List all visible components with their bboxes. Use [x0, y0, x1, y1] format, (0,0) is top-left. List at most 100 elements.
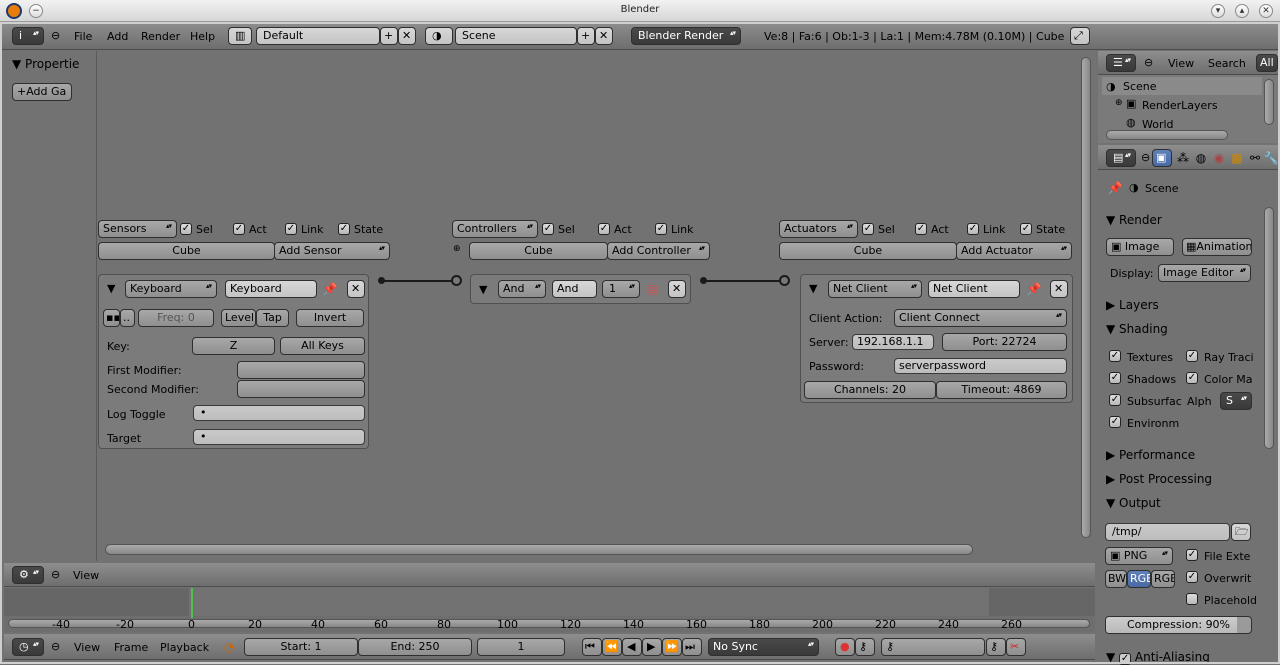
performance-panel-title[interactable]: ▶ Performance [1106, 448, 1195, 462]
post-processing-panel-title[interactable]: ▶ Post Processing [1106, 472, 1212, 486]
color-rgb-button[interactable]: RGB [1127, 570, 1151, 588]
file-format-selector[interactable]: ▣ PNG [1105, 547, 1173, 565]
menu-render[interactable]: Render [141, 30, 180, 43]
pin-actuator-icon[interactable]: 📌 [1025, 280, 1043, 298]
color-bw-button[interactable]: BW [1105, 570, 1127, 588]
collapse-actuator-icon[interactable]: ▼ [809, 282, 817, 295]
port-field[interactable]: Port: 22724 [942, 333, 1067, 351]
textures-checkbox[interactable]: ✓ [1109, 350, 1121, 362]
folder-icon[interactable]: 🗁 [1231, 523, 1251, 541]
sensor-output-socket[interactable] [378, 277, 385, 284]
key-field[interactable]: Z [192, 337, 275, 355]
second-modifier-field[interactable] [237, 380, 365, 398]
object-context-icon[interactable]: ▩ [1228, 149, 1246, 167]
jump-end-button[interactable]: ⏭ [682, 638, 702, 656]
timeline-menu-view[interactable]: View [74, 641, 100, 654]
remove-actuator-button[interactable]: ✕ [1050, 280, 1068, 298]
timeline-scrollbar[interactable] [8, 619, 1090, 628]
logic-vertical-scrollbar[interactable] [1081, 57, 1091, 538]
outliner-menu-search[interactable]: Search [1208, 57, 1246, 70]
pulse-false-button[interactable]: .. [120, 309, 135, 327]
logic-view-menu[interactable]: View [73, 569, 99, 582]
render-engine-selector[interactable]: Blender Render [631, 27, 741, 45]
modifiers-context-icon[interactable]: 🔧 [1262, 149, 1280, 167]
actuators-state-checkbox[interactable]: ✓ [1020, 223, 1032, 235]
scene-context-icon[interactable]: ◍ [1192, 149, 1210, 167]
target-field[interactable]: • [193, 429, 365, 445]
shadows-checkbox[interactable]: ✓ [1109, 372, 1121, 384]
end-frame-field[interactable]: End: 250 [358, 638, 472, 656]
preview-range-icon[interactable]: ◔ [220, 638, 238, 656]
outliner-menu-view[interactable]: View [1168, 57, 1194, 70]
file-extensions-checkbox[interactable]: ✓ [1186, 549, 1198, 561]
minimize-button[interactable]: ▾ [1211, 4, 1225, 18]
collapse-timeline-icon[interactable]: ⊖ [51, 640, 60, 653]
render-context-tab[interactable]: ▣ [1152, 149, 1172, 167]
collapse-logic-menu-icon[interactable]: ⊖ [51, 568, 60, 581]
menu-add[interactable]: Add [107, 30, 128, 43]
render-animation-button[interactable]: ▦Animation [1182, 238, 1252, 256]
outliner-display-mode[interactable]: All [1256, 54, 1278, 72]
world-context-icon[interactable]: ◉ [1210, 149, 1228, 167]
add-sensor-button[interactable]: Add Sensor [274, 242, 390, 260]
first-modifier-field[interactable] [237, 361, 365, 379]
controller-input-socket[interactable] [451, 275, 462, 286]
controllers-sel-checkbox[interactable]: ✓ [542, 223, 554, 235]
actuators-selector[interactable]: Actuators [779, 220, 858, 238]
tap-button[interactable]: Tap [256, 309, 289, 327]
timeline-menu-playback[interactable]: Playback [160, 641, 209, 654]
delete-keyframe-button[interactable]: ✂ [1006, 638, 1026, 656]
bookmark-icon[interactable]: ▤ [643, 280, 661, 298]
insert-keyframe-button[interactable]: ⚷ [986, 638, 1006, 656]
timeline-menu-frame[interactable]: Frame [114, 641, 148, 654]
color-rgba-button[interactable]: RGB [1151, 570, 1175, 588]
editor-type-logic-button[interactable]: ⚙ [12, 566, 44, 584]
collapse-brick-icon[interactable]: ▼ [107, 282, 115, 295]
fullscreen-icon[interactable]: ⤢ [1070, 27, 1090, 45]
collapse-outliner-icon[interactable]: ⊖ [1144, 56, 1153, 69]
pin-properties-icon[interactable]: 📌 [1106, 179, 1124, 197]
actuators-act-checkbox[interactable]: ✓ [915, 223, 927, 235]
color-management-checkbox[interactable]: ✓ [1186, 372, 1198, 384]
alpha-mode-selector[interactable]: S [1220, 392, 1252, 410]
add-controller-button[interactable]: Add Controller [607, 242, 710, 260]
add-scene-button[interactable]: + [577, 27, 595, 45]
jump-start-button[interactable]: ⏮ [582, 638, 602, 656]
display-selector[interactable]: Image Editor [1158, 264, 1251, 282]
controllers-link-checkbox[interactable]: ✓ [655, 223, 667, 235]
server-field[interactable]: 192.168.1.1 [852, 334, 934, 350]
placeholders-checkbox[interactable] [1186, 593, 1198, 605]
layers-panel-title[interactable]: ▶ Layers [1106, 298, 1159, 312]
prev-keyframe-button[interactable]: ⏪ [602, 638, 622, 656]
close-window-button[interactable]: ✕ [1259, 4, 1273, 18]
editor-type-info-button[interactable]: i [12, 27, 44, 45]
add-game-property-button[interactable]: +Add Ga [12, 83, 72, 101]
client-action-selector[interactable]: Client Connect [894, 309, 1067, 327]
add-actuator-button[interactable]: Add Actuator [956, 242, 1072, 260]
pin-icon[interactable]: 📌 [321, 280, 339, 298]
collapse-icon[interactable]: ⊖ [51, 29, 60, 42]
remove-scene-button[interactable]: ✕ [595, 27, 613, 45]
remove-sensor-button[interactable]: ✕ [347, 280, 365, 298]
add-layout-button[interactable]: + [380, 27, 398, 45]
sensor-type-selector[interactable]: Keyboard [125, 280, 217, 298]
shading-panel-title[interactable]: ▼ Shading [1106, 322, 1168, 336]
sensors-sel-checkbox[interactable]: ✓ [180, 223, 192, 235]
next-keyframe-button[interactable]: ⏩ [662, 638, 682, 656]
password-field[interactable]: serverpassword [894, 358, 1067, 374]
scene-selector[interactable]: Scene [455, 27, 577, 45]
level-button[interactable]: Level [221, 309, 256, 327]
timeout-field[interactable]: Timeout: 4869 [936, 381, 1067, 399]
channels-field[interactable]: Channels: 20 [804, 381, 936, 399]
expand-icon[interactable]: ⊕ [1115, 98, 1123, 108]
play-reverse-button[interactable]: ◀ [622, 638, 642, 656]
editor-type-properties-button[interactable]: ▤ [1106, 149, 1136, 167]
render-layers-context-icon[interactable]: ⁂ [1174, 149, 1192, 167]
output-panel-title[interactable]: ▼ Output [1106, 496, 1161, 510]
outliner-horizontal-scrollbar[interactable] [1106, 130, 1228, 140]
sensors-selector[interactable]: Sensors [98, 220, 177, 238]
compression-slider[interactable]: Compression: 90% [1105, 616, 1252, 634]
record-button[interactable]: ● [835, 638, 855, 656]
outliner-item-scene[interactable]: Scene [1123, 80, 1157, 93]
remove-layout-button[interactable]: ✕ [398, 27, 416, 45]
